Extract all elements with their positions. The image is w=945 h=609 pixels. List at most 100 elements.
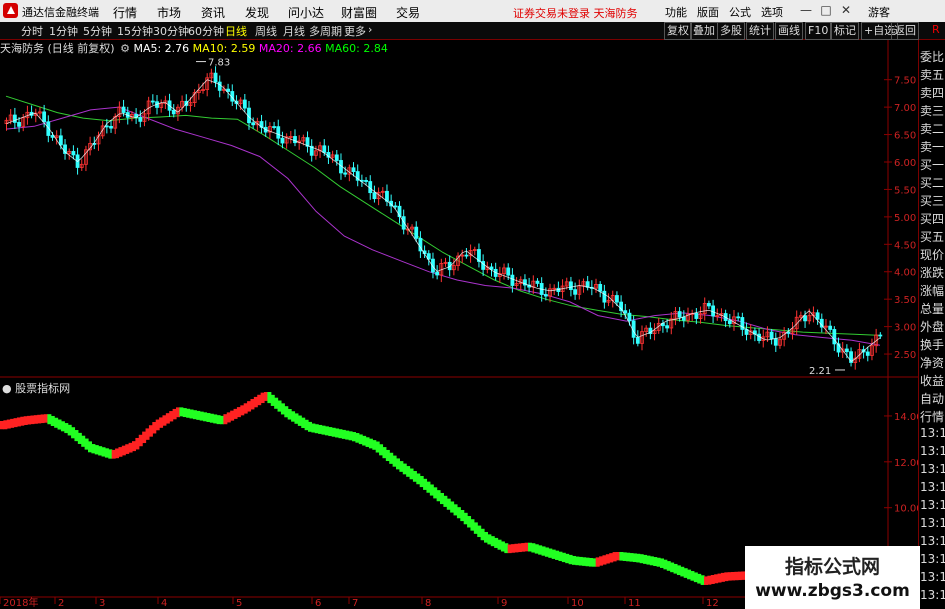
candle-body xyxy=(694,312,699,319)
date-tick-label: 3 xyxy=(99,598,105,609)
indicator-name: 股票指标网 xyxy=(15,382,71,395)
candle-body xyxy=(322,145,327,153)
candle-body xyxy=(213,72,218,83)
candle-body xyxy=(727,320,732,325)
candle-body xyxy=(17,121,21,127)
candles-layer: 7.83 2.21 xyxy=(4,58,883,377)
candle-body xyxy=(569,281,573,291)
candle-body xyxy=(543,294,548,297)
sidebar-item[interactable]: 涨幅 xyxy=(920,282,945,299)
watermark-title: 指标公式网 xyxy=(784,556,880,578)
candle-body xyxy=(815,312,820,320)
ma20-path xyxy=(5,106,881,346)
candle-body xyxy=(602,290,607,303)
sidebar-item[interactable]: 涨跌 xyxy=(920,264,945,281)
sidebar-item[interactable]: 自动 xyxy=(920,390,945,407)
candle-body xyxy=(251,122,256,126)
candle-body xyxy=(150,100,155,103)
sidebar-item[interactable]: 13:14 xyxy=(920,570,945,584)
indicator-icon: ● xyxy=(2,382,12,395)
price-tick-label: 2.50 xyxy=(894,350,916,361)
date-tick-label: 6 xyxy=(315,598,321,609)
price-tick-label: 4.50 xyxy=(894,240,916,251)
sidebar-item[interactable]: 13:13 xyxy=(920,516,945,530)
candle-body xyxy=(293,136,297,144)
candle-body xyxy=(844,348,849,353)
price-tick-label: 3.00 xyxy=(894,323,916,334)
ma5-path xyxy=(6,79,881,363)
candle-body xyxy=(138,117,143,122)
candle-body xyxy=(334,154,339,161)
watermark-url: www.zbgs3.com xyxy=(755,581,910,601)
sidebar-item[interactable]: 外盘 xyxy=(920,318,945,335)
sidebar-item[interactable]: 卖五 xyxy=(920,66,945,83)
candle-body xyxy=(832,329,837,345)
candle-body xyxy=(828,325,833,330)
sidebar-item[interactable]: 卖一 xyxy=(920,138,945,155)
candle-body xyxy=(217,81,222,91)
sidebar-item[interactable]: 13:11 xyxy=(920,444,945,458)
price-tick-label: 3.50 xyxy=(894,295,916,306)
candle-body xyxy=(121,106,126,113)
candle-body xyxy=(435,271,440,276)
candle-body xyxy=(464,254,469,257)
sidebar-item[interactable]: 13:12 xyxy=(920,498,945,512)
date-tick-label: 7 xyxy=(352,598,358,609)
sidebar-item[interactable]: 总量 xyxy=(920,300,945,317)
quote-sidebar: 委比 卖五 卖四 卖三 卖二 卖一 买一 买二 买三 买四 买五 现价 涨跌 涨幅 总量 外盘 换手 净资 收益 自动… xyxy=(918,40,945,609)
candle-body xyxy=(280,137,285,144)
price-tick-label: 5.50 xyxy=(894,185,916,196)
sidebar-item[interactable]: 13:12 xyxy=(920,480,945,494)
candle-body xyxy=(171,109,176,115)
candle-body xyxy=(372,192,377,200)
date-tick-label: 12 xyxy=(706,598,719,609)
price-tick-label: 5.00 xyxy=(894,213,916,224)
candle-body xyxy=(276,126,281,139)
sidebar-item[interactable]: 13:14 xyxy=(920,552,945,566)
sidebar-item[interactable]: 换手 xyxy=(920,336,945,353)
price-tick-label: 4.00 xyxy=(894,268,916,279)
sidebar-item[interactable]: 行情 xyxy=(920,408,945,425)
sidebar-item[interactable]: 买五 xyxy=(920,228,945,245)
candle-body xyxy=(109,125,113,129)
chart-canvas[interactable]: 7.50 7.00 6.50 6.00 5.50 5.00 4.50 4.00 3.50 3.00… xyxy=(0,0,945,609)
sidebar-item[interactable]: 委比 xyxy=(920,48,945,65)
date-tick-label: 2 xyxy=(58,598,64,609)
candle-body xyxy=(385,190,389,202)
price-tick-label: 7.00 xyxy=(894,103,916,114)
sidebar-item[interactable]: 净资 xyxy=(920,354,945,371)
sidebar-item[interactable]: 买三 xyxy=(920,192,945,209)
date-tick-label: 11 xyxy=(628,598,641,609)
candle-body xyxy=(623,310,628,314)
sidebar-item[interactable]: 13:13 xyxy=(920,534,945,548)
date-tick-label: 5 xyxy=(236,598,242,609)
candle-body xyxy=(12,114,17,123)
sidebar-item[interactable]: 收益 xyxy=(920,372,945,389)
sidebar-item[interactable]: 卖四 xyxy=(920,84,945,101)
sidebar-item[interactable]: 13:15 xyxy=(920,588,945,602)
sidebar-item[interactable]: 买四 xyxy=(920,210,945,227)
sidebar-item[interactable]: 13:11 xyxy=(920,462,945,476)
sidebar-item[interactable]: 卖二 xyxy=(920,120,945,137)
date-tick-label: 2018年 xyxy=(3,596,38,609)
price-tick-label: 7.50 xyxy=(894,76,916,87)
sidebar-item[interactable]: 卖三 xyxy=(920,102,945,119)
candle-body xyxy=(506,267,511,276)
candle-body xyxy=(736,316,741,319)
candle-body xyxy=(635,336,640,344)
sidebar-item[interactable]: 买二 xyxy=(920,174,945,191)
candle-body xyxy=(615,295,619,303)
sidebar-item[interactable]: 现价 xyxy=(920,246,945,263)
sidebar-item[interactable]: 13:11 xyxy=(920,426,945,440)
candle-body xyxy=(414,226,419,239)
watermark: 指标公式网 www.zbgs3.com xyxy=(745,546,920,609)
candle-body xyxy=(535,280,540,284)
price-tick-label: 6.00 xyxy=(894,158,916,169)
sidebar-item[interactable]: 买一 xyxy=(920,156,945,173)
candle-body xyxy=(71,151,76,156)
date-axis: 2018年 2 3 4 5 6 7 8 9 10 11 12 xyxy=(0,596,719,609)
candle-body xyxy=(665,325,669,329)
candle-body xyxy=(677,311,682,318)
ma60-line xyxy=(5,95,881,336)
ma60-path xyxy=(5,95,881,336)
